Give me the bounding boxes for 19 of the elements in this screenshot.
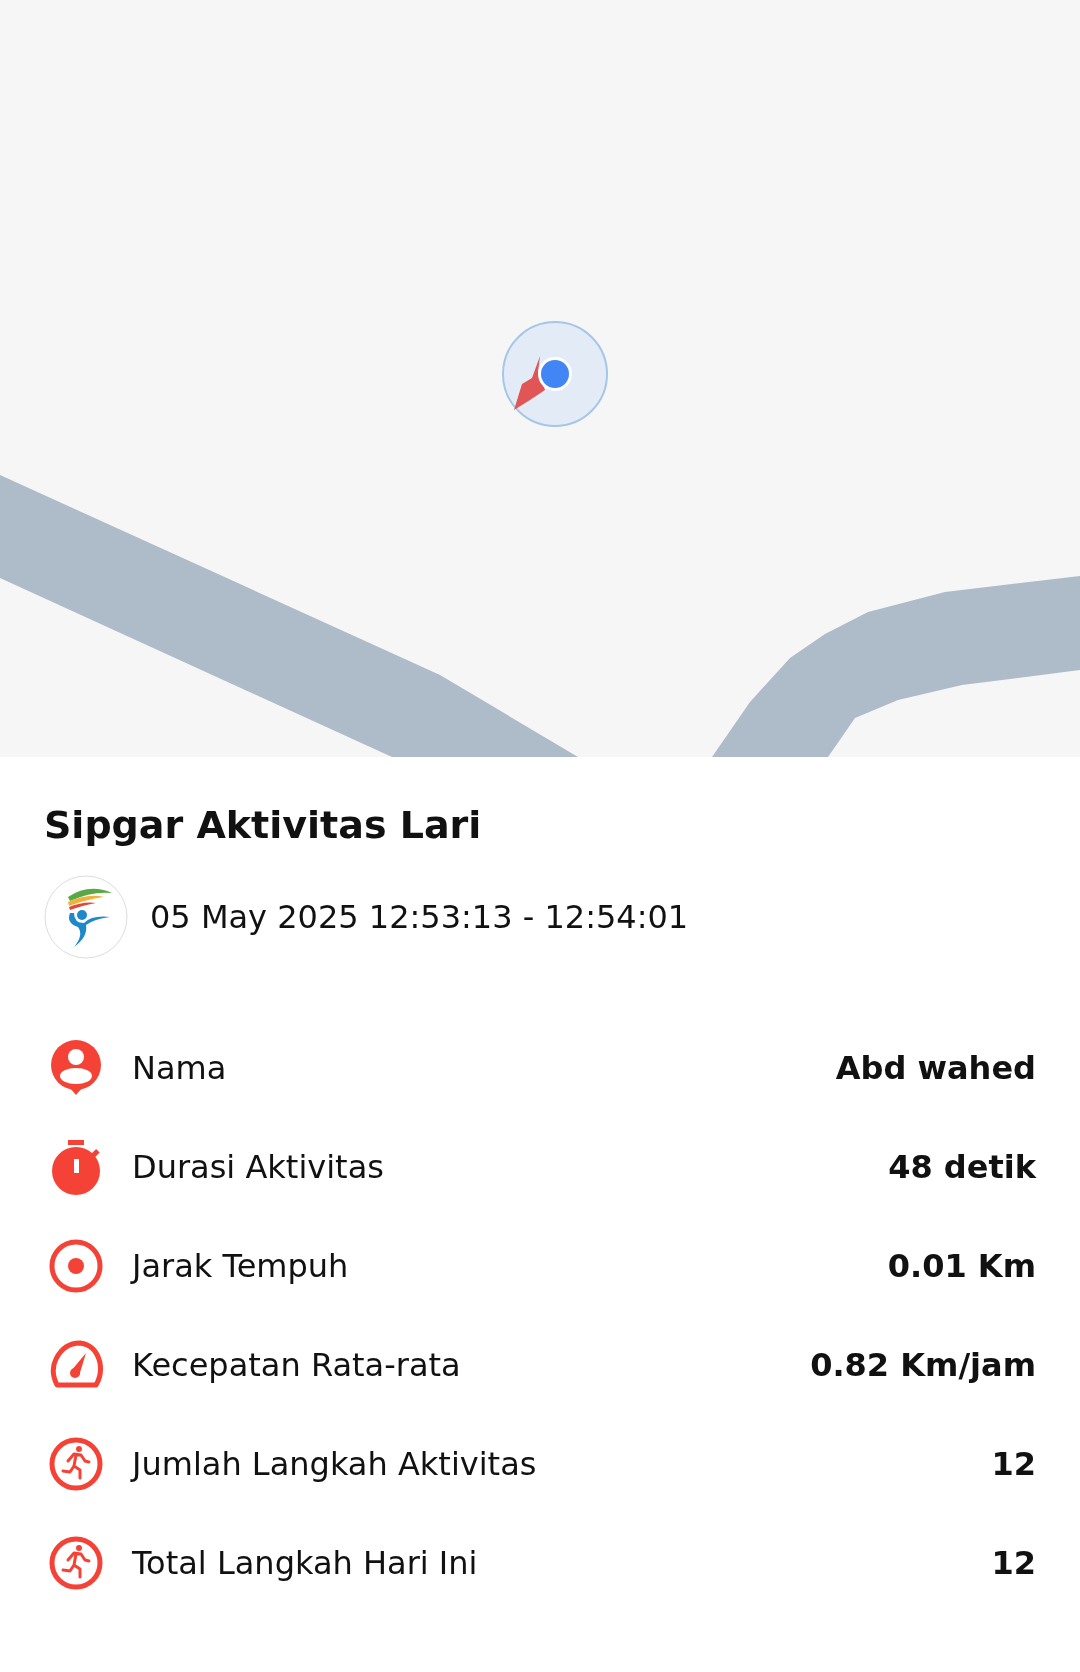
stat-label: Durasi Aktivitas xyxy=(132,1148,385,1187)
stat-value: Abd wahed xyxy=(835,1049,1036,1088)
stat-value: 12 xyxy=(991,1445,1036,1484)
activity-title: Sipgar Aktivitas Lari xyxy=(44,803,483,849)
runner-icon xyxy=(48,1436,104,1493)
target-icon xyxy=(48,1238,104,1295)
runner-icon xyxy=(48,1535,104,1592)
person-icon xyxy=(48,1040,104,1097)
stat-value: 0.82 Km/jam xyxy=(810,1346,1036,1385)
stat-label: Jumlah Langkah Aktivitas xyxy=(132,1445,538,1484)
runner-logo-icon xyxy=(44,874,128,959)
activity-datetime: 05 May 2025 12:53:13 - 12:54:01 xyxy=(150,897,689,936)
stat-label: Total Langkah Hari Ini xyxy=(132,1544,479,1583)
stat-label: Kecepatan Rata-rata xyxy=(132,1346,462,1385)
stat-label: Jarak Tempuh xyxy=(132,1247,350,1286)
stat-label: Nama xyxy=(132,1049,228,1088)
stat-value: 48 detik xyxy=(888,1148,1036,1187)
stat-value: 0.01 Km xyxy=(887,1247,1036,1286)
stat-value: 12 xyxy=(991,1544,1036,1583)
